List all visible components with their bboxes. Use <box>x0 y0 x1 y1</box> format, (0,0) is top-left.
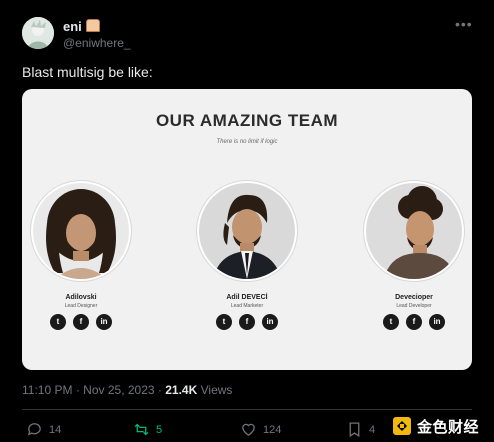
member-photo <box>31 181 131 281</box>
bread-emoji-icon <box>85 19 100 32</box>
post-meta: 11:10 PM · Nov 25, 2023 · 21.4K Views <box>22 383 232 397</box>
team-member-card: Adilovski Lead Designer t f in <box>25 181 137 330</box>
twitter-icon[interactable]: t <box>383 314 399 330</box>
member-socials: t f in <box>25 314 137 330</box>
team-member-card: Adil DEVECİ Lead Marketer t f in <box>191 181 303 330</box>
member-photo <box>364 181 464 281</box>
team-title: OUR AMAZING TEAM <box>155 111 339 130</box>
watermark: 金色财经 <box>392 410 494 442</box>
repost-icon <box>134 423 149 436</box>
member-role: Lead Developer <box>396 303 432 309</box>
user-handle[interactable]: @eniwhere_ <box>63 36 131 50</box>
post-date[interactable]: Nov 25, 2023 <box>83 383 154 397</box>
views-label: Views <box>200 383 233 397</box>
facebook-icon[interactable]: f <box>239 314 255 330</box>
team-member-card: Devecioper Lead Developer t f in <box>358 181 470 330</box>
like-button[interactable]: 124 <box>240 421 281 438</box>
twitter-icon[interactable]: t <box>50 314 66 330</box>
display-name-text[interactable]: eni <box>63 19 82 34</box>
bookmark-icon <box>349 422 360 438</box>
member-socials: t f in <box>191 314 303 330</box>
member-name: Devecioper <box>395 294 433 301</box>
heart-icon <box>242 423 255 436</box>
reply-count: 14 <box>49 423 62 436</box>
linkedin-icon[interactable]: in <box>262 314 278 330</box>
post-image[interactable]: OUR AMAZING TEAM There is no limit if lo… <box>22 89 472 370</box>
jinse-logo-icon <box>393 417 411 435</box>
facebook-icon[interactable]: f <box>406 314 422 330</box>
member-role: Lead Marketer <box>230 303 264 309</box>
like-count: 124 <box>263 423 282 436</box>
repost-button[interactable]: 5 <box>133 421 162 438</box>
bookmark-count: 4 <box>369 423 376 436</box>
reply-icon <box>27 423 41 436</box>
views-count: 21.4K <box>165 383 198 397</box>
member-socials: t f in <box>358 314 470 330</box>
more-icon[interactable]: ••• <box>455 16 472 32</box>
meta-separator: · <box>157 383 162 397</box>
meta-separator: · <box>75 383 80 397</box>
member-name: Adilovski <box>65 294 97 301</box>
display-name[interactable]: eni <box>63 19 100 34</box>
member-photo <box>197 181 297 281</box>
twitter-icon[interactable]: t <box>216 314 232 330</box>
linkedin-icon[interactable]: in <box>429 314 445 330</box>
bookmark-button[interactable]: 4 <box>346 421 375 438</box>
facebook-icon[interactable]: f <box>73 314 89 330</box>
post-time[interactable]: 11:10 PM <box>22 383 72 397</box>
linkedin-icon[interactable]: in <box>96 314 112 330</box>
team-subtitle: There is no limit if logic <box>216 139 278 145</box>
post-text: Blast multisig be like: <box>22 64 153 80</box>
member-role: Lead Designer <box>64 303 98 309</box>
member-name: Adil DEVECİ <box>226 294 268 301</box>
watermark-text: 金色财经 <box>417 417 480 436</box>
user-avatar[interactable] <box>22 17 54 49</box>
reply-button[interactable]: 14 <box>26 421 61 438</box>
repost-count: 5 <box>156 423 163 436</box>
